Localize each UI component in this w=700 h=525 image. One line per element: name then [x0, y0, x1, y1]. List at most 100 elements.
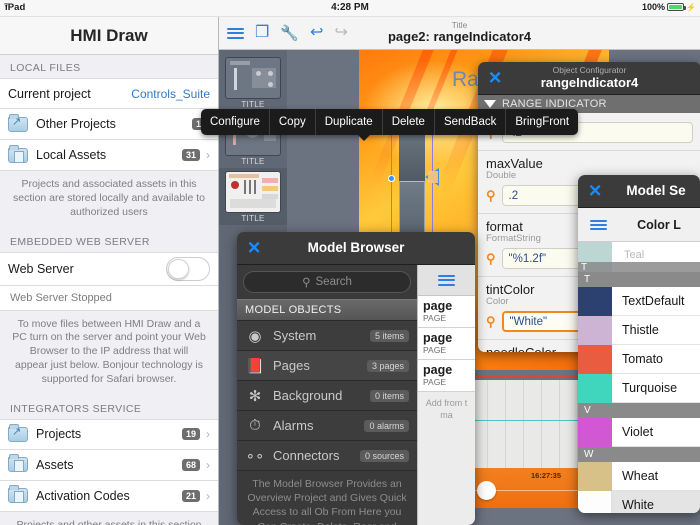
thumbnail-preview — [225, 57, 281, 99]
model-browser-note: The Model Browser Provides an Overview P… — [247, 478, 407, 525]
color-swatch — [578, 461, 612, 491]
local-files-note: Projects and associated assets in this s… — [0, 171, 218, 229]
assets-label: Assets — [36, 457, 74, 472]
needle-marker-icon — [425, 168, 439, 186]
thumbnail-item-selected[interactable]: TITLE — [219, 168, 287, 225]
current-project-value: Controls_Suite — [131, 86, 210, 101]
object-context-menu: Configure Copy Duplicate Delete SendBack… — [201, 109, 579, 141]
sidebar-item-local-assets[interactable]: Local Assets 31 › — [0, 140, 218, 171]
duplicate-icon[interactable]: ❐ — [255, 25, 269, 41]
activation-codes-label: Activation Codes — [36, 488, 130, 503]
model-row-connectors[interactable]: ∘∘ Connectors 0 sources — [237, 441, 417, 471]
color-row-thistle[interactable]: Thistle — [578, 315, 700, 345]
model-row-count: 0 sources — [359, 449, 409, 462]
web-server-note: To move files between HMI Draw and a PC … — [0, 310, 218, 396]
web-server-toggle[interactable] — [166, 256, 210, 281]
close-icon[interactable]: ✕ — [247, 240, 261, 257]
context-menu-item-delete[interactable]: Delete — [383, 109, 435, 135]
thumbnail-item[interactable]: TITLE — [219, 54, 287, 111]
context-menu-item-configure[interactable]: Configure — [201, 109, 270, 135]
hmi-draw-app: iPad ▿ 4:28 PM 100% ⚡ HMI Draw LOCAL FIL… — [0, 0, 700, 525]
model-row-name: Background — [273, 388, 343, 403]
web-server-row[interactable]: Web Server — [0, 251, 218, 286]
sidebar-item-other-projects[interactable]: Other Projects 15 — [0, 109, 218, 140]
color-row-violet[interactable]: Violet — [578, 417, 700, 447]
local-assets-badge: 31 — [181, 149, 200, 161]
color-group-letter-v: V — [578, 403, 700, 418]
context-menu-item-duplicate[interactable]: Duplicate — [316, 109, 383, 135]
context-menu-item-bringfront[interactable]: BringFront — [506, 109, 578, 135]
chevron-right-icon: › — [206, 488, 210, 503]
context-menu-item-sendback[interactable]: SendBack — [435, 109, 507, 135]
battery-icon — [667, 3, 687, 11]
page-list-item[interactable]: page PAGE — [418, 296, 475, 329]
color-name: Turquoise — [622, 381, 678, 395]
thumbnail-caption: TITLE — [241, 100, 265, 109]
color-row-turquoise[interactable]: Turquoise — [578, 373, 700, 403]
menu-icon — [589, 218, 607, 232]
model-selector-header: ✕ Model Se — [578, 175, 700, 208]
menu-button[interactable] — [578, 218, 618, 232]
activation-codes-badge: 21 — [181, 489, 200, 502]
sidebar-item-activation-codes[interactable]: Activation Codes 21 › — [0, 480, 218, 512]
search-input[interactable]: ⚲ Search — [243, 271, 411, 293]
thumbnail-caption: TITLE — [241, 157, 265, 166]
page-list-item[interactable]: page PAGE — [418, 328, 475, 361]
app-title: HMI Draw — [0, 17, 218, 55]
search-icon[interactable]: ⚲ — [486, 314, 496, 330]
status-time: 4:28 PM — [331, 2, 369, 13]
resize-handle[interactable] — [388, 175, 395, 182]
object-configurator-header: ✕ Object Configurator rangeIndicator4 — [478, 62, 700, 95]
undo-icon[interactable]: ↩ — [310, 25, 323, 41]
chevron-right-icon: › — [206, 427, 210, 442]
pages-side-panel: page PAGE page PAGE page PAGE Add from t… — [417, 265, 475, 525]
folder-arrow-icon — [8, 113, 28, 132]
color-row-tomato[interactable]: Tomato — [578, 344, 700, 374]
color-row-white[interactable]: White — [578, 490, 700, 513]
menu-icon[interactable] — [227, 25, 244, 41]
compass-icon: ◉ — [248, 327, 262, 345]
color-swatch — [578, 373, 612, 403]
model-row-pages[interactable]: 📕 Pages 3 pages — [237, 351, 417, 381]
model-row-background[interactable]: ✻ Background 0 items — [237, 381, 417, 411]
search-icon[interactable]: ⚲ — [486, 251, 496, 267]
close-icon[interactable]: ✕ — [588, 183, 602, 200]
left-sidebar: HMI Draw LOCAL FILES Current project Con… — [0, 17, 219, 525]
web-server-label: Web Server — [8, 261, 74, 276]
search-icon: ⚲ — [302, 277, 311, 289]
context-menu-item-copy[interactable]: Copy — [270, 109, 316, 135]
current-project-row[interactable]: Current project Controls_Suite — [0, 78, 218, 109]
scroll-ghost-area: Tan Teal T — [578, 242, 700, 272]
model-row-system[interactable]: ◉ System 5 items — [237, 321, 417, 351]
ghost-section-letter: T — [581, 262, 588, 272]
triangle-down-icon — [484, 100, 496, 108]
model-row-name: System — [273, 328, 317, 343]
model-browser-body: ⚲ Search MODEL OBJECTS ◉ System 5 items … — [237, 265, 475, 525]
redo-icon: ↪ — [334, 24, 348, 41]
page-list-item[interactable]: page PAGE — [418, 360, 475, 393]
color-row-wheat[interactable]: Wheat — [578, 461, 700, 491]
wrench-icon[interactable]: 🔧 — [280, 26, 299, 41]
search-icon[interactable]: ⚲ — [486, 188, 496, 204]
model-row-count: 3 pages — [366, 359, 409, 372]
book-icon: 📕 — [245, 357, 265, 375]
sidebar-item-assets[interactable]: Assets 68 › — [0, 449, 218, 481]
model-selector-body: Color L Tan Teal T T TextDefault Thistle… — [578, 208, 700, 513]
model-row-name: Pages — [273, 358, 310, 373]
integrators-note: Projects and other assets in this sectio… — [0, 511, 218, 525]
pages-menu-button[interactable] — [418, 265, 475, 296]
connector-icon: ∘∘ — [245, 447, 265, 465]
model-row-alarms[interactable]: ⏱ Alarms 0 alarms — [237, 411, 417, 441]
model-row-count: 0 items — [369, 389, 409, 402]
current-project-label: Current project — [8, 86, 91, 101]
close-icon[interactable]: ✕ — [488, 70, 502, 87]
pages-add-note: Add from t ma — [425, 398, 468, 421]
assets-badge: 68 — [181, 458, 200, 471]
sidebar-item-projects[interactable]: Projects 19 › — [0, 418, 218, 450]
chevron-right-icon: › — [206, 457, 210, 472]
slider-knob[interactable] — [477, 481, 496, 500]
puzzle-icon: ✻ — [248, 387, 262, 405]
color-row-textdefault[interactable]: TextDefault — [578, 286, 700, 316]
section-header-web-server: EMBEDDED WEB SERVER — [0, 228, 218, 252]
battery-percent: 100% — [642, 2, 666, 12]
